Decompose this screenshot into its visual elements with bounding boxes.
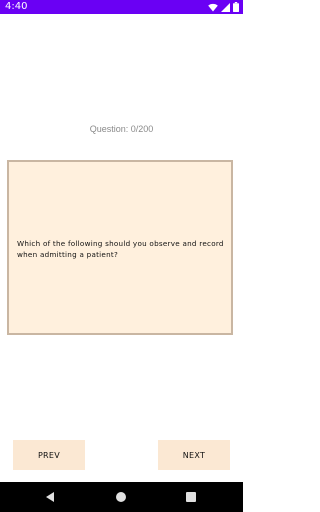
- status-time: 4:40: [5, 1, 28, 12]
- status-bar: 4:40: [0, 0, 243, 14]
- recents-icon[interactable]: [184, 490, 198, 504]
- signal-icon: [221, 2, 230, 12]
- wifi-icon: [208, 3, 218, 11]
- battery-icon: [233, 2, 239, 12]
- home-icon[interactable]: [114, 490, 128, 504]
- prev-button[interactable]: PREV: [13, 440, 85, 470]
- system-nav-bar: [0, 482, 243, 512]
- back-icon[interactable]: [43, 490, 57, 504]
- question-card: Which of the following should you observ…: [7, 160, 233, 335]
- question-counter: Question: 0/200: [89, 124, 154, 134]
- question-text: Which of the following should you observ…: [17, 239, 224, 259]
- quiz-screen: 4:40 Question: 0/200 Which of the follow…: [0, 0, 243, 512]
- status-icons: [208, 2, 239, 12]
- next-button[interactable]: NEXT: [158, 440, 230, 470]
